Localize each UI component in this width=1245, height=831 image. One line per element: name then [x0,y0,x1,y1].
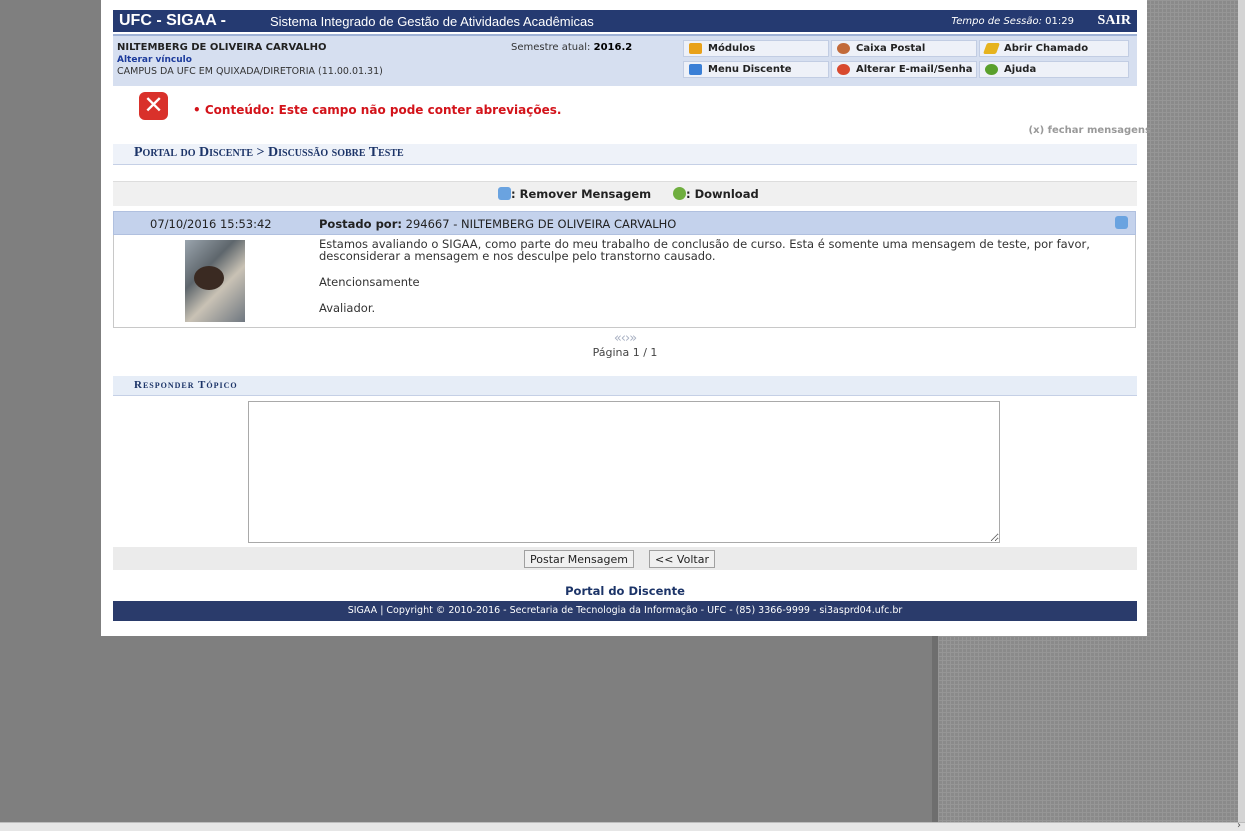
reply-section-header: Responder Tópico [113,376,1137,396]
menu-alterar-email[interactable]: Alterar E-mail/Senha [831,61,977,78]
post-message-button[interactable]: Postar Mensagem [524,550,634,568]
post-text: Estamos avaliando o SIGAA, como parte do… [319,238,1129,328]
error-message: • Conteúdo: Este campo não pode conter a… [193,103,562,117]
breadcrumb-text: Portal do Discente > Discussão sobre Tes… [134,145,404,160]
remove-legend: : Remover Mensagem [498,187,651,201]
sigaa-page: UFC - SIGAA - Sistema Integrado de Gestã… [101,0,1151,636]
post-body: Estamos avaliando o SIGAA, como parte do… [113,235,1136,328]
menu-ajuda[interactable]: Ajuda [979,61,1129,78]
abrir-chamado-icon [982,43,1001,54]
change-link[interactable]: Alterar vínculo [117,55,192,65]
pagination: «‹›» Página 1 / 1 [113,331,1137,359]
breadcrumb: Portal do Discente > Discussão sobre Tes… [113,144,1137,165]
download-legend: : Download [673,187,759,201]
user-info-bar: NILTEMBERG DE OLIVEIRA CARVALHO Alterar … [113,34,1137,86]
menu-ajuda-label: Ajuda [1004,64,1037,75]
semester-value: 2016.2 [593,42,633,53]
post-paragraph: Avaliador. [319,301,376,315]
footer: SIGAA | Copyright © 2010-2016 - Secretar… [113,601,1137,621]
close-error-icon: ✕ [139,92,168,120]
top-bar: UFC - SIGAA - Sistema Integrado de Gestã… [113,10,1137,32]
remove-message-icon[interactable] [1115,216,1128,229]
campus-label: CAMPUS DA UFC EM QUIXADA/DIRETORIA (11.0… [117,66,383,77]
pagination-arrows[interactable]: «‹›» [113,331,1137,346]
menu-abrir-chamado-label: Abrir Chamado [1004,43,1089,54]
alterar-email-icon [837,64,850,75]
session-timer: Tempo de Sessão: 01:29 [951,16,1074,27]
posted-by-label: Postado por: [319,217,402,231]
post-author-line: Postado por: 294667 - NILTEMBERG DE OLIV… [319,217,676,231]
menu-discente[interactable]: Menu Discente [683,61,829,78]
post-datetime: 07/10/2016 15:53:42 [150,217,272,231]
portal-link[interactable]: Portal do Discente [113,584,1137,598]
post-header: 07/10/2016 15:53:42 Postado por: 294667 … [113,211,1136,235]
menu-discente-icon [689,64,702,75]
menu-modulos-label: Módulos [708,43,756,54]
modulos-icon [689,43,702,54]
page-label: Página 1 / 1 [592,346,658,359]
logo[interactable]: UFC - SIGAA - [119,12,226,30]
button-bar: Postar Mensagem << Voltar [113,547,1137,570]
reply-title: Responder Tópico [134,379,238,391]
close-messages-link[interactable]: (x) fechar mensagens [1029,125,1151,136]
caixa-postal-icon [837,43,850,54]
post-paragraph: Atencionsamente [319,275,420,289]
system-name: Sistema Integrado de Gestão de Atividade… [270,14,594,29]
menu-caixa-postal-label: Caixa Postal [856,43,926,54]
remove-message-icon [498,187,511,200]
reply-textarea[interactable] [248,401,1000,543]
semester-info: Semestre atual: 2016.2 [511,42,632,53]
menu-caixa-postal[interactable]: Caixa Postal [831,40,977,57]
download-legend-label: : Download [686,187,759,201]
logout-link[interactable]: SAIR [1098,13,1131,29]
semester-label: Semestre atual: [511,42,591,53]
session-time: 01:29 [1045,16,1074,27]
menu-modulos[interactable]: Módulos [683,40,829,57]
menu-discente-label: Menu Discente [708,64,792,75]
download-icon [673,187,686,200]
user-name: NILTEMBERG DE OLIVEIRA CARVALHO [117,42,327,53]
menu-alterar-email-label: Alterar E-mail/Senha [856,64,973,75]
action-legend-bar: : Remover Mensagem : Download [113,181,1137,206]
error-text: Conteúdo: Este campo não pode conter abr… [204,103,562,117]
error-message-box: ✕ • Conteúdo: Este campo não pode conter… [113,86,1151,142]
window-edge [1238,0,1245,822]
author-face [194,266,224,290]
author-photo [185,240,245,322]
scroll-right-icon[interactable]: › [1237,820,1241,831]
menu-abrir-chamado[interactable]: Abrir Chamado [979,40,1129,57]
session-label: Tempo de Sessão: [951,16,1042,27]
post-author: 294667 - NILTEMBERG DE OLIVEIRA CARVALHO [405,217,677,231]
remove-legend-label: : Remover Mensagem [511,187,652,201]
post-paragraph: Estamos avaliando o SIGAA, como parte do… [319,237,1090,263]
ajuda-icon [985,64,998,75]
back-button[interactable]: << Voltar [649,550,715,568]
